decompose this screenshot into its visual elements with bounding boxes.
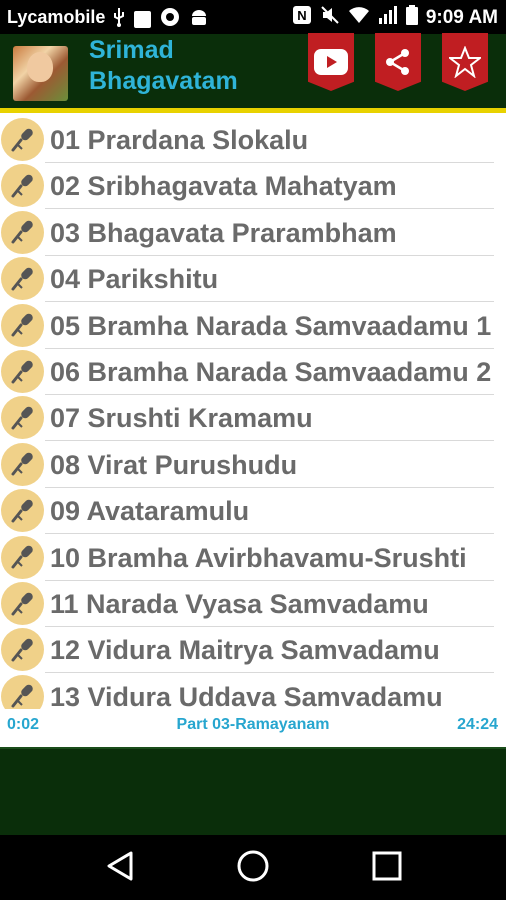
microphone-icon bbox=[1, 535, 44, 579]
track-title: 05 Bramha Narada Samvaadamu 1 bbox=[50, 310, 492, 341]
microphone-icon bbox=[1, 210, 44, 254]
track-title: 06 Bramha Narada Samvaadamu 2 bbox=[50, 357, 492, 387]
microphone-icon bbox=[1, 396, 44, 440]
svg-text:N: N bbox=[297, 8, 306, 23]
home-icon bbox=[236, 849, 270, 888]
microphone-icon bbox=[1, 674, 44, 709]
track-row[interactable]: 11 Narada Vyasa Samvadamu bbox=[0, 581, 506, 627]
recents-icon bbox=[371, 850, 403, 887]
settings-badge-icon bbox=[159, 6, 181, 33]
track-title: 08 Virat Purushudu bbox=[50, 449, 298, 480]
mute-icon bbox=[320, 5, 340, 30]
track-title: 01 Prardana Slokalu bbox=[50, 125, 309, 155]
usb-icon bbox=[112, 7, 126, 32]
microphone-icon bbox=[1, 303, 44, 347]
track-duration: 24:24 bbox=[457, 716, 498, 733]
youtube-icon bbox=[314, 49, 348, 75]
player-bar: 0:02 Part 03-Ramayanam 24:24 bbox=[0, 709, 506, 749]
app-header: Srimad Bhagavatam bbox=[0, 33, 506, 108]
share-icon bbox=[383, 47, 413, 77]
share-button[interactable] bbox=[375, 33, 421, 91]
microphone-icon bbox=[1, 118, 44, 161]
track-row[interactable]: 06 Bramha Narada Samvaadamu 2 bbox=[0, 349, 506, 395]
app-title-line2: Bhagavatam bbox=[89, 67, 238, 95]
microphone-icon bbox=[1, 350, 44, 393]
track-row[interactable]: 07 Srushti Kramamu bbox=[0, 395, 506, 442]
star-icon bbox=[449, 46, 481, 78]
microphone-icon bbox=[1, 257, 44, 301]
microphone-icon bbox=[1, 628, 44, 672]
track-row[interactable]: 13 Vidura Uddava Samvadamu bbox=[0, 674, 506, 709]
status-bar: Lycamobile N 9:09 AM bbox=[0, 0, 506, 34]
microphone-icon bbox=[1, 442, 44, 486]
android-icon bbox=[189, 7, 209, 32]
signal-icon bbox=[378, 6, 398, 29]
app-title: Srimad Bhagavatam bbox=[89, 35, 289, 97]
track-row[interactable]: 09 Avataramulu bbox=[0, 488, 506, 535]
app-logo bbox=[13, 46, 68, 101]
now-playing-title: Part 03-Ramayanam bbox=[176, 716, 330, 733]
wifi-icon bbox=[348, 6, 370, 29]
battery-icon bbox=[405, 5, 418, 30]
app-title-line1: Srimad bbox=[89, 36, 174, 64]
track-row[interactable]: 02 Sribhagavata Mahatyam bbox=[0, 163, 506, 210]
track-title: 11 Narada Vyasa Samvadamu bbox=[50, 589, 429, 619]
track-title: 09 Avataramulu bbox=[50, 496, 250, 527]
back-button[interactable] bbox=[100, 849, 140, 887]
status-right-icons: N 9:09 AM bbox=[292, 5, 498, 30]
youtube-button[interactable] bbox=[308, 33, 354, 91]
track-row[interactable]: 01 Prardana Slokalu bbox=[0, 117, 506, 163]
track-title: 12 Vidura Maitrya Samvadamu bbox=[50, 635, 440, 666]
track-title: 04 Parikshitu bbox=[50, 264, 219, 295]
track-title: 13 Vidura Uddava Samvadamu bbox=[50, 681, 443, 709]
track-row[interactable]: 04 Parikshitu bbox=[0, 256, 506, 303]
carrier-name: Lycamobile bbox=[7, 7, 106, 27]
ad-area bbox=[0, 749, 506, 835]
clock: 9:09 AM bbox=[425, 6, 498, 28]
navigation-bar bbox=[0, 835, 506, 900]
nfc-icon: N bbox=[292, 5, 312, 30]
track-title: 03 Bhagavata Prarambham bbox=[50, 217, 397, 248]
track-row[interactable]: 10 Bramha Avirbhavamu-Srushti bbox=[0, 535, 506, 581]
back-icon bbox=[105, 850, 135, 887]
microphone-icon bbox=[1, 164, 44, 208]
track-row[interactable]: 12 Vidura Maitrya Samvadamu bbox=[0, 627, 506, 674]
microphone-icon bbox=[1, 489, 44, 533]
home-button[interactable] bbox=[233, 849, 273, 887]
recents-button[interactable] bbox=[367, 849, 407, 887]
track-list[interactable]: 01 Prardana Slokalu 02 Sribhagavata Mahat… bbox=[0, 117, 506, 709]
track-title: 02 Sribhagavata Mahatyam bbox=[50, 171, 397, 202]
track-title: 10 Bramha Avirbhavamu-Srushti bbox=[50, 542, 467, 573]
notification-square-icon bbox=[134, 11, 151, 28]
rate-button[interactable] bbox=[442, 33, 488, 91]
microphone-icon bbox=[1, 582, 44, 625]
track-row[interactable]: 08 Virat Purushudu bbox=[0, 442, 506, 488]
track-row[interactable]: 05 Bramha Narada Samvaadamu 1 bbox=[0, 303, 506, 349]
track-row[interactable]: 03 Bhagavata Prarambham bbox=[0, 210, 506, 256]
status-left-icons bbox=[112, 6, 209, 33]
track-title: 07 Srushti Kramamu bbox=[50, 403, 313, 434]
